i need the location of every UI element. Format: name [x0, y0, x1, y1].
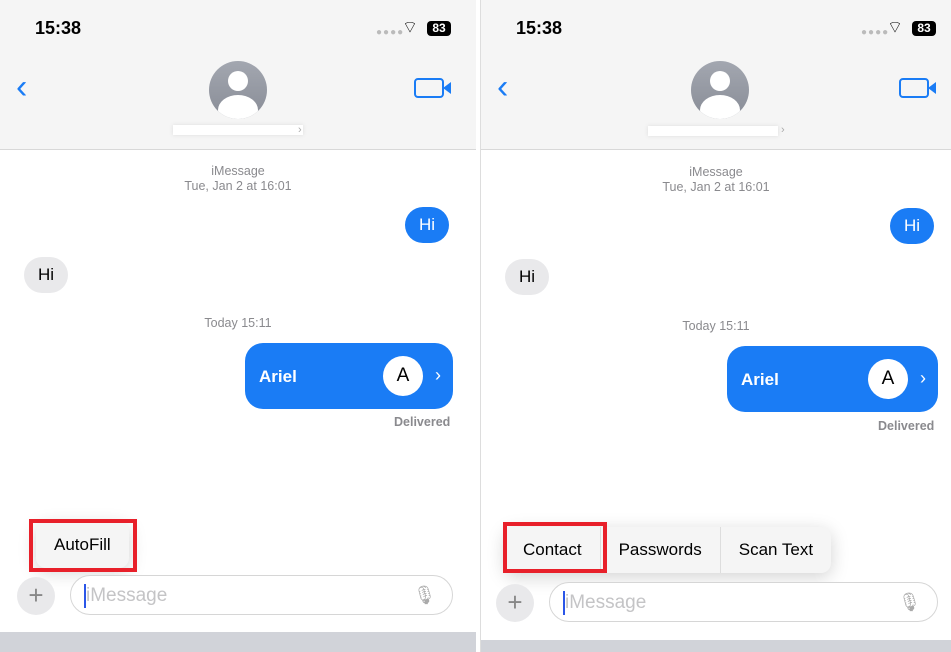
service-label: iMessage [689, 165, 743, 179]
wifi-icon: ⌔ [887, 18, 903, 37]
cellular-dots-icon: ●●●● [861, 27, 890, 38]
menu-item-passwords[interactable]: Passwords [601, 527, 721, 573]
highlight-box [503, 522, 607, 573]
back-chevron-icon[interactable]: ‹ [16, 70, 27, 104]
status-time: 15:38 [516, 18, 563, 38]
keyboard-edge [481, 640, 951, 652]
message-placeholder: iMessage [86, 585, 168, 606]
outgoing-message[interactable]: Hi [890, 208, 935, 244]
conversation-header: 15:38 ●●●● ⌔ 83 ‹ › [0, 0, 476, 150]
contact-initial-avatar: A [868, 359, 908, 399]
service-label: iMessage [211, 164, 265, 178]
chevron-right-icon: › [298, 124, 302, 136]
contact-card-message[interactable]: Ariel A › [245, 343, 453, 409]
message-input[interactable]: iMessage 🎙 [70, 575, 453, 615]
microphone-icon[interactable]: 🎙 [898, 592, 921, 613]
contact-initial-avatar: A [383, 356, 423, 396]
redacted-phone-number[interactable] [173, 125, 303, 135]
conversation-header: 15:38 ●●●● ⌔ 83 ‹ › [481, 0, 951, 150]
incoming-message[interactable]: Hi [24, 257, 69, 293]
status-time: 15:38 [35, 18, 82, 38]
delivered-status: Delivered [394, 415, 451, 429]
contact-name: Ariel [741, 370, 779, 389]
microphone-icon[interactable]: 🎙 [413, 585, 436, 606]
back-chevron-icon[interactable]: ‹ [497, 70, 508, 104]
menu-item-scan-text[interactable]: Scan Text [721, 527, 831, 573]
message-input[interactable]: iMessage 🎙 [549, 582, 938, 622]
wifi-icon: ⌔ [402, 18, 418, 37]
keyboard-edge [0, 632, 476, 652]
battery-indicator: 83 [912, 21, 936, 36]
plus-icon[interactable]: + [17, 577, 55, 615]
video-camera-icon[interactable] [899, 78, 936, 98]
plus-icon[interactable]: + [496, 584, 534, 622]
timestamp: Tue, Jan 2 at 16:01 [662, 180, 770, 194]
timestamp: Tue, Jan 2 at 16:01 [184, 179, 292, 193]
cellular-dots-icon: ●●●● [376, 27, 405, 38]
chevron-right-icon: › [781, 124, 785, 136]
chevron-right-icon: › [920, 368, 926, 388]
incoming-message[interactable]: Hi [505, 259, 550, 295]
person-avatar-icon[interactable] [691, 61, 749, 119]
messages-screen-right: 15:38 ●●●● ⌔ 83 ‹ › iMessage Tue, Jan 2 … [480, 0, 951, 652]
timestamp: Today 15:11 [682, 319, 750, 333]
timestamp: Today 15:11 [204, 316, 272, 330]
delivered-status: Delivered [878, 419, 935, 433]
video-camera-icon[interactable] [414, 78, 451, 98]
highlight-box [29, 519, 137, 572]
battery-indicator: 83 [427, 21, 451, 36]
message-placeholder: iMessage [565, 592, 647, 613]
person-avatar-icon[interactable] [209, 61, 267, 119]
outgoing-message[interactable]: Hi [405, 207, 450, 243]
redacted-phone-number[interactable] [648, 126, 778, 136]
chevron-right-icon: › [435, 365, 441, 385]
contact-card-message[interactable]: Ariel A › [727, 346, 938, 412]
messages-screen-left: 15:38 ●●●● ⌔ 83 ‹ › iMessage Tue, Jan 2 … [0, 0, 476, 652]
contact-name: Ariel [259, 367, 297, 386]
